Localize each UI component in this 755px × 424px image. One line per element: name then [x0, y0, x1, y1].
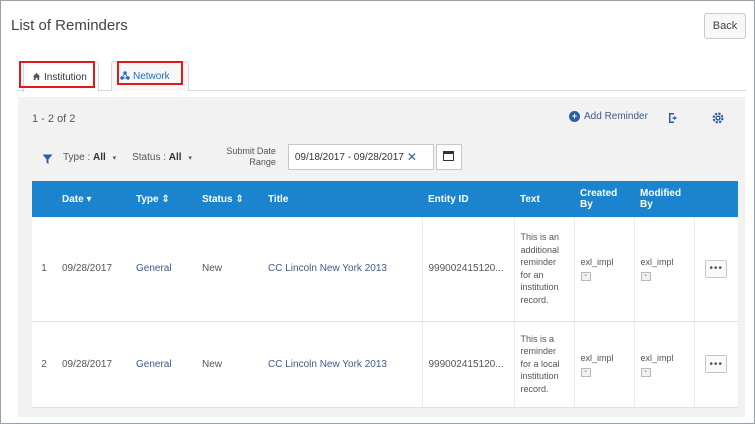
add-reminder-label: Add Reminder — [584, 111, 648, 122]
more-actions-button[interactable]: ••• — [705, 259, 728, 278]
chevron-down-icon: ▾ — [112, 154, 117, 162]
status-filter-dropdown[interactable]: Status : All ▾ — [132, 152, 192, 163]
header-actions — [694, 181, 738, 217]
type-filter-label: Type : — [63, 151, 91, 163]
created-by-name: exl_impl — [580, 352, 614, 363]
header-title: Title — [262, 181, 422, 217]
table-row: 1 09/28/2017 General New CC Lincoln New … — [32, 217, 738, 322]
cell-actions: ••• — [693, 321, 738, 408]
date-range-value: 09/18/2017 - 09/28/2017 — [294, 151, 404, 163]
export-icon[interactable] — [667, 111, 681, 125]
tab-institution-label: Institution — [44, 71, 87, 83]
tab-network-label: Network — [133, 71, 170, 82]
header-type[interactable]: Type ⇕ — [130, 181, 196, 217]
calendar-button[interactable] — [435, 144, 462, 170]
table-row: 2 09/28/2017 General New CC Lincoln New … — [32, 321, 738, 408]
row-index: 1 — [32, 217, 56, 322]
status-filter-value: All — [168, 151, 182, 163]
modified-by-name: exl_impl — [640, 352, 674, 363]
page-title: List of Reminders — [11, 17, 128, 34]
cell-created-by: exl_impl ▪ — [573, 321, 634, 408]
cell-date: 09/28/2017 — [56, 217, 130, 322]
header-date[interactable]: Date ▾ — [56, 181, 130, 217]
add-reminder-button[interactable]: + Add Reminder — [569, 111, 648, 122]
cell-type-link[interactable]: General — [130, 217, 196, 322]
clear-icon[interactable]: ✕ — [407, 150, 417, 164]
header-index — [32, 181, 56, 217]
status-filter-label: Status : — [132, 151, 167, 163]
plus-circle-icon: + — [569, 111, 580, 122]
cell-title-link[interactable]: CC Lincoln New York 2013 — [262, 321, 422, 408]
date-range-input[interactable]: 09/18/2017 - 09/28/2017 ✕ — [287, 144, 434, 170]
tab-network[interactable]: Network — [111, 61, 189, 91]
type-filter-dropdown[interactable]: Type : All ▾ — [63, 152, 116, 163]
tab-institution[interactable]: Institution — [23, 61, 99, 92]
reminders-table: Date ▾ Type ⇕ Status ⇕ Title Entity ID T… — [32, 181, 738, 408]
header-created-by: Created By — [574, 181, 634, 217]
cell-status: New — [196, 217, 262, 322]
back-button[interactable]: Back — [704, 13, 746, 39]
cell-modified-by: exl_impl ▪ — [633, 321, 694, 408]
cell-text: This is an additional reminder for an in… — [513, 217, 574, 322]
cell-actions: ••• — [693, 217, 738, 322]
cell-type-link[interactable]: General — [130, 321, 196, 408]
cell-status: New — [196, 321, 262, 408]
header-modified-by: Modified By — [634, 181, 694, 217]
type-filter-value: All — [93, 151, 106, 163]
header-entity-id: Entity ID — [422, 181, 514, 217]
network-icon — [120, 71, 130, 82]
table-header-row: Date ▾ Type ⇕ Status ⇕ Title Entity ID T… — [32, 181, 738, 217]
gear-icon[interactable] — [711, 111, 725, 125]
user-card-icon[interactable]: ▪ — [640, 272, 651, 282]
submit-date-range-label: Submit Date Range — [226, 146, 276, 167]
cell-title-link[interactable]: CC Lincoln New York 2013 — [262, 217, 422, 322]
cell-modified-by: exl_impl ▪ — [633, 217, 694, 322]
user-card-icon[interactable]: ▪ — [580, 367, 591, 377]
cell-created-by: exl_impl ▪ — [573, 217, 634, 322]
row-index: 2 — [32, 321, 56, 408]
user-card-icon[interactable]: ▪ — [580, 272, 591, 282]
cell-entity-id: 999002415120... — [421, 217, 514, 322]
header-status[interactable]: Status ⇕ — [196, 181, 262, 217]
home-icon — [32, 72, 41, 83]
cell-date: 09/28/2017 — [56, 321, 130, 408]
filter-icon — [42, 152, 53, 164]
calendar-icon — [443, 148, 455, 166]
reminders-window: List of Reminders Back Institution Netwo… — [0, 0, 755, 424]
created-by-name: exl_impl — [580, 257, 614, 268]
results-count: 1 - 2 of 2 — [32, 113, 76, 125]
tab-bar: Institution Network — [17, 61, 746, 92]
filter-bar: Type : All ▾ Status : All ▾ Submit Date … — [42, 141, 462, 173]
chevron-down-icon: ▾ — [188, 154, 192, 162]
header-text: Text — [514, 181, 574, 217]
reminders-panel: 1 - 2 of 2 + Add Reminder Type : All ▾ S… — [18, 97, 745, 417]
user-card-icon[interactable]: ▪ — [640, 367, 651, 377]
cell-text: This is a reminder for a local instituti… — [513, 321, 574, 408]
more-actions-button[interactable]: ••• — [705, 355, 728, 373]
modified-by-name: exl_impl — [640, 257, 674, 268]
cell-entity-id: 999002415120... — [421, 321, 514, 408]
